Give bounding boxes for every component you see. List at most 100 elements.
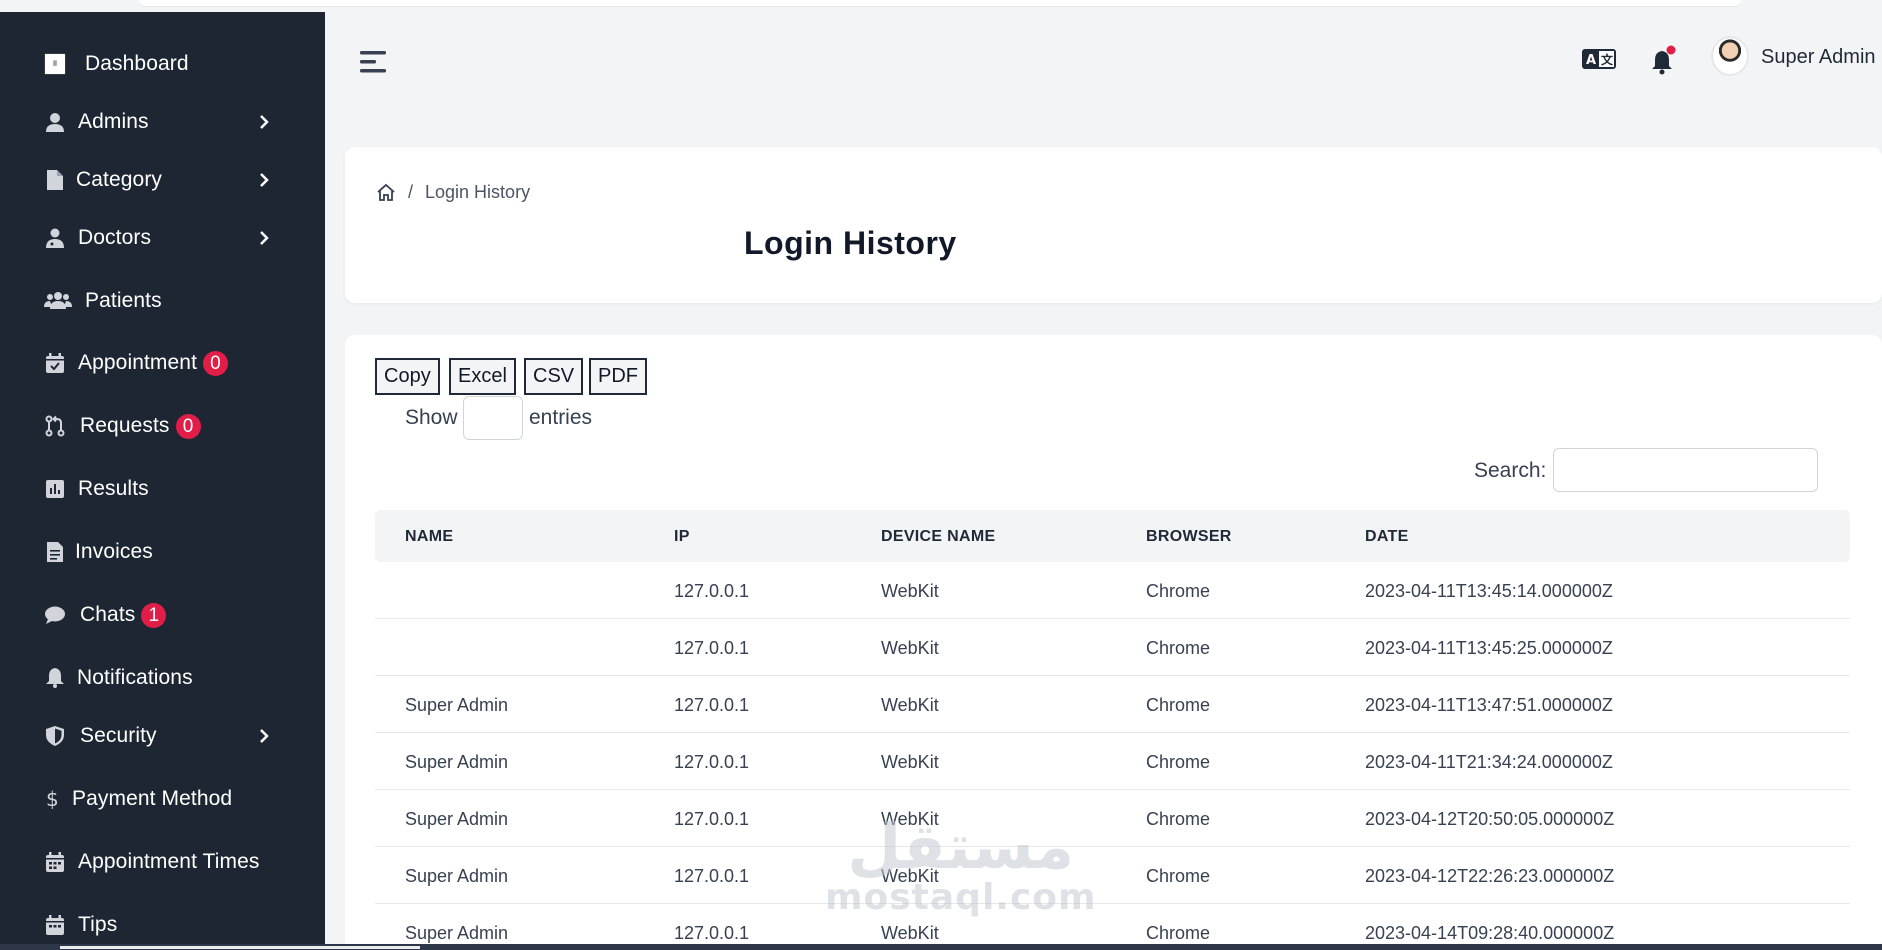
cell-ip: 127.0.0.1 [674, 866, 750, 886]
cell-browser: Chrome [1146, 809, 1211, 829]
search-input[interactable] [1553, 448, 1818, 492]
cell-device: WebKit [881, 866, 939, 886]
sidebar-item-requests[interactable]: Requests 0 [0, 402, 325, 450]
sidebar-item-appointment[interactable]: Appointment 0 [0, 339, 325, 387]
cell-name: Super Admin [405, 695, 509, 715]
table-row: Super Admin 127.0.0.1 WebKit Chrome 2023… [375, 676, 1850, 733]
cell-browser: Chrome [1146, 638, 1211, 658]
sidebar-item-payment-method[interactable]: $ Payment Method [0, 775, 325, 823]
breadcrumb-current: Login History [425, 182, 531, 202]
language-icon[interactable]: A 文 [1582, 47, 1616, 71]
table-row: 127.0.0.1 WebKit Chrome 2023-04-11T13:45… [375, 619, 1850, 676]
sidebar-item-label: Appointment 0 [78, 350, 229, 376]
sidebar-item-notifications[interactable]: Notifications [0, 654, 325, 702]
dashboard-icon [44, 53, 66, 75]
users-icon [44, 290, 72, 312]
cell-browser: Chrome [1146, 581, 1211, 601]
sidebar-item-label: Chats 1 [80, 602, 167, 628]
scrollbar-thumb[interactable] [60, 946, 420, 949]
sidebar-item-chats[interactable]: Chats 1 [0, 591, 325, 639]
cell-device: WebKit [881, 752, 939, 772]
sidebar-item-dashboard[interactable]: Dashboard [0, 40, 325, 88]
svg-text:A: A [1586, 53, 1596, 68]
cell-name: Super Admin [405, 752, 509, 772]
show-label: Show [405, 406, 458, 429]
count-badge: 1 [141, 602, 167, 628]
cell-device: WebKit [881, 581, 939, 601]
invoice-icon [44, 541, 66, 563]
column-header-ip[interactable]: IP [674, 528, 690, 546]
sidebar-item-category[interactable]: Category [0, 156, 325, 204]
cell-browser: Chrome [1146, 866, 1211, 886]
cell-ip: 127.0.0.1 [674, 809, 750, 829]
dollar-icon: $ [42, 788, 64, 810]
doctor-icon [44, 227, 66, 249]
chevron-right-icon [260, 231, 269, 245]
sidebar-item-results[interactable]: Results [0, 465, 325, 513]
browser-top-bar [140, 0, 1740, 7]
svg-text:$: $ [46, 788, 59, 810]
sidebar-item-label: Security [80, 724, 157, 747]
table-row: 127.0.0.1 WebKit Chrome 2023-04-11T13:45… [375, 562, 1850, 619]
cell-browser: Chrome [1146, 923, 1211, 943]
file-icon [44, 169, 66, 191]
cell-device: WebKit [881, 638, 939, 658]
cell-browser: Chrome [1146, 752, 1211, 772]
cell-date: 2023-04-11T21:34:24.000000Z [1365, 752, 1613, 772]
sidebar-item-label: Category [76, 168, 163, 191]
user-name[interactable]: Super Admin [1761, 46, 1876, 69]
sidebar-item-appointment-times[interactable]: Appointment Times [0, 838, 325, 886]
calendar-icon [44, 851, 66, 873]
calendar-check-icon [44, 352, 66, 374]
svg-text:文: 文 [1601, 52, 1614, 67]
cell-browser: Chrome [1146, 695, 1211, 715]
top-bar: A 文 Super Admin [325, 12, 1882, 112]
sidebar-item-label: Tips [78, 913, 118, 936]
pdf-button[interactable]: PDF [589, 358, 647, 395]
avatar[interactable] [1711, 36, 1749, 76]
search-label: Search: [1474, 459, 1547, 482]
cell-date: 2023-04-12T22:26:23.000000Z [1365, 866, 1615, 886]
browser-top-strip [0, 0, 1882, 12]
sidebar-item-text: Requests [80, 414, 170, 437]
count-badge: 0 [175, 413, 201, 439]
page-title: Login History [744, 225, 957, 261]
home-icon[interactable] [376, 183, 396, 203]
column-header-date[interactable]: DATE [1365, 528, 1409, 546]
sidebar-item-patients[interactable]: Patients [0, 277, 325, 325]
chevron-right-icon [260, 173, 269, 187]
user-icon [44, 111, 66, 133]
sidebar-item-label: Patients [85, 289, 162, 312]
sidebar-item-label: Dashboard [85, 52, 189, 75]
menu-toggle-icon[interactable] [358, 48, 390, 76]
cell-date: 2023-04-11T13:45:14.000000Z [1365, 581, 1613, 601]
sidebar-item-security[interactable]: Security [0, 712, 325, 760]
column-header-name[interactable]: NAME [405, 528, 453, 546]
csv-button[interactable]: CSV [524, 358, 584, 395]
notification-bell-icon[interactable] [1650, 45, 1678, 77]
chevron-right-icon [260, 729, 269, 743]
column-header-device[interactable]: DEVICE NAME [881, 528, 995, 546]
sidebar: Dashboard Admins Category Doctors Patien… [0, 12, 325, 950]
entries-select[interactable] [463, 396, 523, 440]
sidebar-item-label: Doctors [78, 226, 152, 249]
cell-ip: 127.0.0.1 [674, 752, 750, 772]
sidebar-item-tips[interactable]: Tips [0, 901, 325, 949]
sidebar-item-admins[interactable]: Admins [0, 98, 325, 146]
sidebar-item-doctors[interactable]: Doctors [0, 214, 325, 262]
table-header: NAME IP DEVICE NAME BROWSER DATE [375, 510, 1850, 562]
breadcrumb: / Login History [376, 182, 530, 203]
sidebar-item-label: Notifications [77, 666, 193, 689]
cell-date: 2023-04-12T20:50:05.000000Z [1365, 809, 1615, 829]
excel-button[interactable]: Excel [449, 358, 516, 395]
calendar-icon [44, 914, 66, 936]
sidebar-item-label: Payment Method [72, 787, 233, 810]
sidebar-item-invoices[interactable]: Invoices [0, 528, 325, 576]
sidebar-item-label: Invoices [75, 540, 153, 563]
cell-date: 2023-04-14T09:28:40.000000Z [1365, 923, 1615, 943]
cell-device: WebKit [881, 923, 939, 943]
copy-button[interactable]: Copy [375, 358, 440, 395]
column-header-browser[interactable]: BROWSER [1146, 528, 1232, 546]
cell-ip: 127.0.0.1 [674, 581, 750, 601]
cell-date: 2023-04-11T13:45:25.000000Z [1365, 638, 1613, 658]
